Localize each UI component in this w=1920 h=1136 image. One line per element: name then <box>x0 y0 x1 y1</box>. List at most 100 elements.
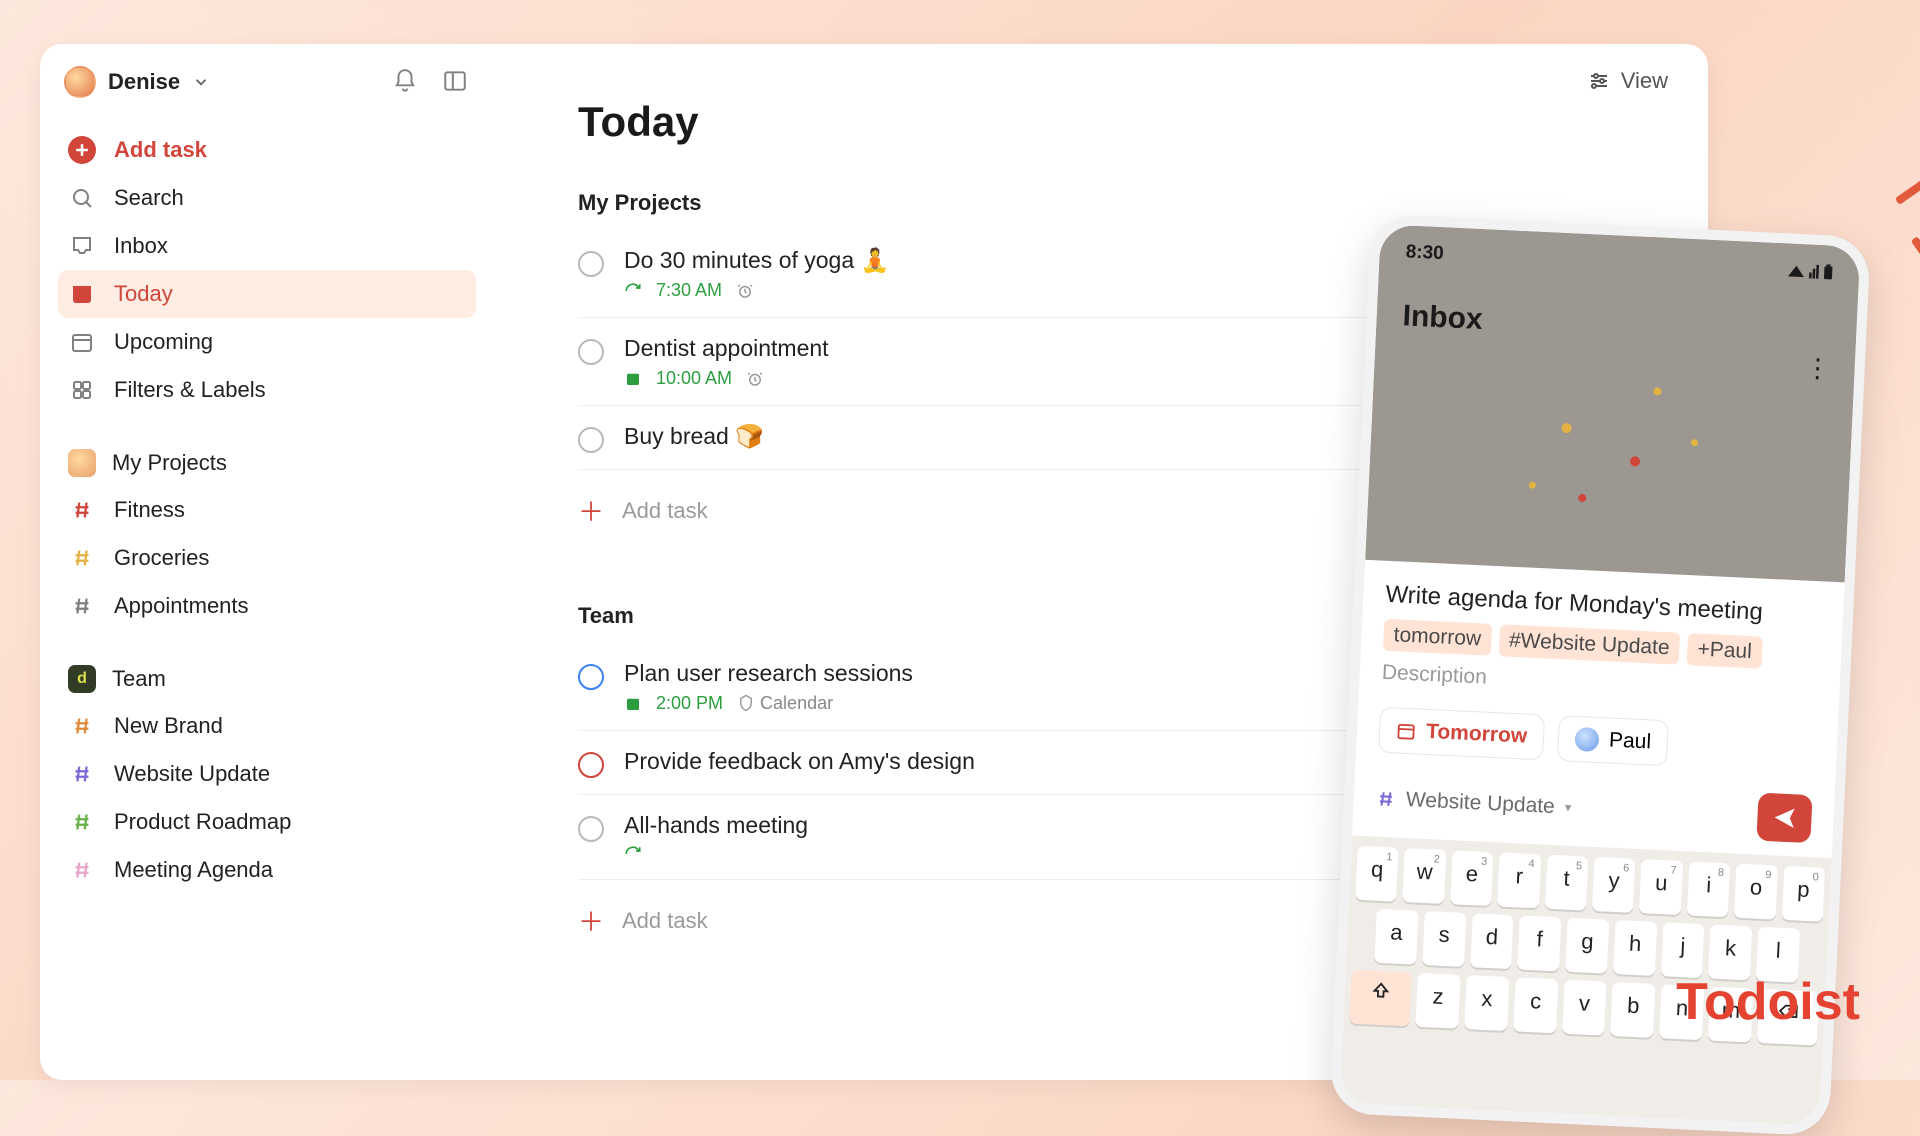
project-item[interactable]: Fitness <box>58 486 476 534</box>
compose-chip[interactable]: tomorrow <box>1383 619 1492 656</box>
send-button[interactable] <box>1756 793 1812 843</box>
project-label: Fitness <box>114 497 185 523</box>
hash-icon <box>68 496 96 524</box>
project-label: Meeting Agenda <box>114 857 273 883</box>
my-projects-header[interactable]: My Projects <box>58 440 476 486</box>
key[interactable]: s <box>1422 911 1466 967</box>
grid-icon <box>68 376 96 404</box>
nav-search[interactable]: Search <box>58 174 476 222</box>
task-checkbox[interactable] <box>578 816 604 842</box>
team-avatar: d <box>68 665 96 693</box>
project-item[interactable]: Product Roadmap <box>58 798 476 846</box>
calendar-icon <box>1396 720 1417 741</box>
notifications-icon[interactable] <box>392 68 420 96</box>
avatar <box>1575 727 1600 752</box>
date-pill[interactable]: Tomorrow <box>1378 707 1545 761</box>
key[interactable]: i8 <box>1687 861 1731 917</box>
project-item[interactable]: Website Update <box>58 750 476 798</box>
section-title: My Projects <box>112 450 227 476</box>
shift-key[interactable] <box>1349 970 1411 1027</box>
task-meta: 2:00 PM Calendar <box>624 693 913 714</box>
nav-filters[interactable]: Filters & Labels <box>58 366 476 414</box>
nav-today[interactable]: Today <box>58 270 476 318</box>
nav-inbox[interactable]: Inbox <box>58 222 476 270</box>
project-item[interactable]: Appointments <box>58 582 476 630</box>
key[interactable]: r4 <box>1497 852 1541 908</box>
project-label: Product Roadmap <box>114 809 291 835</box>
hash-icon <box>68 544 96 572</box>
key[interactable]: t5 <box>1545 855 1589 911</box>
task-meta: 10:00 AM <box>624 368 829 389</box>
key[interactable]: o9 <box>1734 864 1778 920</box>
compose-chip[interactable]: +Paul <box>1687 633 1763 668</box>
team-header[interactable]: d Team <box>58 656 476 702</box>
key[interactable]: u7 <box>1639 859 1683 915</box>
key[interactable]: y6 <box>1592 857 1636 913</box>
task-title: All-hands meeting <box>624 812 808 839</box>
key[interactable]: f <box>1517 915 1561 971</box>
recurring-icon <box>624 845 642 863</box>
plus-icon <box>68 136 96 164</box>
assignee-pill[interactable]: Paul <box>1557 715 1669 766</box>
user-name: Denise <box>108 69 180 95</box>
key[interactable]: a <box>1374 909 1418 965</box>
chevron-down-icon <box>192 73 210 91</box>
project-label: Appointments <box>114 593 249 619</box>
alarm-icon <box>746 370 764 388</box>
today-icon <box>68 280 96 308</box>
view-button[interactable]: View <box>1587 68 1668 94</box>
alarm-icon <box>736 282 754 300</box>
task-checkbox[interactable] <box>578 427 604 453</box>
add-task-label: Add task <box>622 498 708 524</box>
key[interactable]: z <box>1415 973 1460 1029</box>
task-title: Plan user research sessions <box>624 660 913 687</box>
key[interactable]: h <box>1613 920 1657 976</box>
task-checkbox[interactable] <box>578 664 604 690</box>
plus-icon: ＋ <box>578 492 604 529</box>
key[interactable]: q1 <box>1355 846 1399 902</box>
hash-icon <box>1375 789 1396 810</box>
task-meta <box>624 845 808 863</box>
add-task-button[interactable]: Add task <box>58 126 476 174</box>
user-menu[interactable]: Denise <box>64 66 210 98</box>
workspace-avatar <box>68 449 96 477</box>
key[interactable]: b <box>1610 982 1655 1038</box>
key[interactable]: d <box>1470 913 1514 969</box>
project-item[interactable]: Meeting Agenda <box>58 846 476 894</box>
project-label: Groceries <box>114 545 209 571</box>
avatar <box>64 66 96 98</box>
compose-chip[interactable]: #Website Update <box>1498 624 1680 664</box>
project-label: Website Update <box>114 761 270 787</box>
date-pill-label: Tomorrow <box>1426 720 1528 749</box>
key[interactable]: c <box>1513 977 1558 1033</box>
key[interactable]: e3 <box>1450 850 1494 906</box>
task-title: Buy bread 🍞 <box>624 423 764 450</box>
task-checkbox[interactable] <box>578 752 604 778</box>
calendar-icon <box>624 695 642 713</box>
phone-header: 8:30 Inbox ⋮ <box>1365 224 1860 582</box>
task-title: Provide feedback on Amy's design <box>624 748 975 775</box>
project-label: Website Update <box>1405 788 1555 819</box>
task-title: Do 30 minutes of yoga 🧘 <box>624 247 889 274</box>
key[interactable]: w2 <box>1402 848 1446 904</box>
nav-label: Filters & Labels <box>114 377 266 403</box>
project-label: New Brand <box>114 713 223 739</box>
task-checkbox[interactable] <box>578 339 604 365</box>
project-item[interactable]: Groceries <box>58 534 476 582</box>
task-checkbox[interactable] <box>578 251 604 277</box>
project-item[interactable]: New Brand <box>58 702 476 750</box>
hash-icon <box>68 808 96 836</box>
page-title: Today <box>578 98 1648 146</box>
key[interactable]: p0 <box>1781 866 1825 922</box>
nav-label: Search <box>114 185 184 211</box>
key[interactable]: j <box>1661 922 1705 978</box>
view-label: View <box>1621 68 1668 94</box>
key[interactable]: v <box>1562 980 1607 1036</box>
project-selector[interactable]: Website Update ▾ <box>1375 787 1571 820</box>
sidebar: Denise Add task Search <box>40 44 494 1080</box>
key[interactable]: x <box>1464 975 1509 1031</box>
key[interactable]: g <box>1565 918 1609 974</box>
nav-upcoming[interactable]: Upcoming <box>58 318 476 366</box>
brand-watermark: Todoist <box>1676 972 1860 1032</box>
sidebar-toggle-icon[interactable] <box>442 68 470 96</box>
